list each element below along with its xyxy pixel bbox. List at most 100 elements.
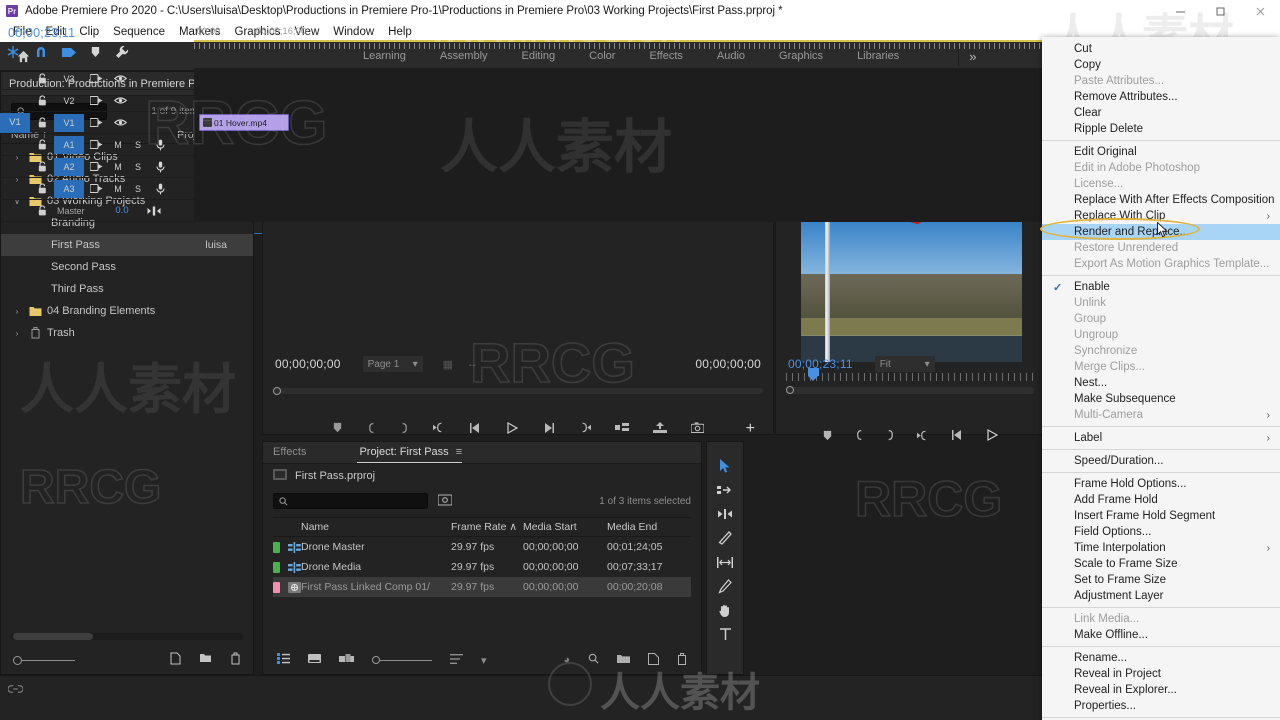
- check-icon: ✓: [1053, 281, 1063, 294]
- mic-icon[interactable]: [148, 183, 172, 195]
- meter-icon[interactable]: [142, 206, 166, 216]
- close-icon[interactable]: [1240, 0, 1280, 22]
- context-menu-item[interactable]: Replace With After Effects Composition: [1042, 192, 1280, 208]
- context-menu-item[interactable]: Field Options...: [1042, 524, 1280, 540]
- track-name-label[interactable]: V1: [54, 113, 84, 132]
- sync-lock-icon[interactable]: [84, 139, 108, 150]
- context-menu-item[interactable]: Adjustment Layer: [1042, 588, 1280, 604]
- snap-icon[interactable]: [34, 45, 48, 62]
- context-menu-item: Link Media...: [1042, 611, 1280, 627]
- track-name-label[interactable]: A1: [54, 135, 84, 154]
- track-lock-icon[interactable]: [30, 73, 54, 84]
- context-menu-item[interactable]: Reveal in Explorer...: [1042, 682, 1280, 698]
- context-menu-item[interactable]: Insert Frame Hold Segment: [1042, 508, 1280, 524]
- context-menu-item-label: Render and Replace...: [1074, 226, 1190, 238]
- sync-lock-icon[interactable]: [84, 183, 108, 194]
- track-target-toggle[interactable]: V1: [0, 112, 30, 133]
- context-menu-item[interactable]: Nest...: [1042, 375, 1280, 391]
- context-menu-item[interactable]: Scale to Frame Size: [1042, 556, 1280, 572]
- context-menu-item: Unlink: [1042, 295, 1280, 311]
- add-marker-icon[interactable]: [90, 46, 101, 61]
- context-menu-item[interactable]: Make Offline...: [1042, 627, 1280, 643]
- chevron-right-icon: ›: [1266, 409, 1270, 421]
- eye-icon[interactable]: [108, 96, 132, 105]
- context-menu-item[interactable]: Cut: [1042, 41, 1280, 57]
- context-menu-item-label: Label: [1074, 432, 1103, 444]
- context-menu-item[interactable]: Set to Frame Size: [1042, 572, 1280, 588]
- track-lock-icon[interactable]: [30, 205, 54, 216]
- context-menu-item[interactable]: Time Interpolation ›: [1042, 540, 1280, 556]
- solo-track-button[interactable]: S: [128, 162, 148, 172]
- context-menu-item: Export As Motion Graphics Template...: [1042, 256, 1280, 272]
- maximize-icon[interactable]: [1200, 0, 1240, 22]
- track-lock-icon[interactable]: [30, 95, 54, 106]
- context-menu-item: Synchronize: [1042, 343, 1280, 359]
- premiere-pro-icon: Pr: [6, 5, 18, 17]
- track-target-toggle[interactable]: [0, 179, 30, 199]
- track-name-label[interactable]: A3: [54, 179, 84, 198]
- context-menu-item[interactable]: Add Frame Hold: [1042, 492, 1280, 508]
- context-menu-item-label: Ripple Delete: [1074, 123, 1144, 135]
- sync-lock-icon[interactable]: [84, 95, 108, 106]
- master-level-value[interactable]: 0.0: [102, 205, 142, 216]
- context-menu-separator: [1042, 449, 1280, 450]
- context-menu-item-label: Synchronize: [1074, 345, 1138, 357]
- context-menu-item-label: Edit in Adobe Photoshop: [1074, 162, 1200, 174]
- track-lock-icon[interactable]: [30, 161, 54, 172]
- minimize-icon[interactable]: [1160, 0, 1200, 22]
- bottom-status-strip: [0, 675, 1045, 720]
- context-menu-item[interactable]: Label ›: [1042, 430, 1280, 446]
- context-menu-item: Ungroup: [1042, 327, 1280, 343]
- track-name-label[interactable]: V3: [54, 70, 84, 88]
- context-menu-item[interactable]: Remove Attributes...: [1042, 89, 1280, 105]
- mic-icon[interactable]: [148, 161, 172, 173]
- context-menu-item: Restore Unrendered: [1042, 240, 1280, 256]
- context-menu-item[interactable]: Copy: [1042, 57, 1280, 73]
- track-target-toggle[interactable]: [0, 201, 30, 221]
- timeline-tool-row: [6, 45, 129, 62]
- track-target-toggle[interactable]: [0, 91, 30, 111]
- mute-track-button[interactable]: M: [108, 184, 128, 194]
- track-lock-icon[interactable]: [30, 139, 54, 150]
- context-menu-item[interactable]: Ripple Delete: [1042, 121, 1280, 137]
- context-menu-separator: [1042, 426, 1280, 427]
- track-name-label[interactable]: V2: [54, 92, 84, 110]
- solo-track-button[interactable]: S: [128, 184, 148, 194]
- track-lock-icon[interactable]: [30, 183, 54, 194]
- window-controls: [1160, 0, 1280, 22]
- watermark-brand: RRCG: [469, 330, 635, 395]
- mute-track-button[interactable]: M: [108, 162, 128, 172]
- title-bar: Pr Adobe Premiere Pro 2020 - C:\Users\lu…: [0, 0, 1280, 22]
- context-menu-item[interactable]: Speed/Duration...: [1042, 453, 1280, 469]
- context-menu-item[interactable]: Properties...: [1042, 698, 1280, 714]
- menu-clip[interactable]: Clip: [72, 24, 106, 40]
- eye-icon[interactable]: [108, 74, 132, 83]
- sync-lock-icon[interactable]: [84, 161, 108, 172]
- timeline-settings-icon[interactable]: [115, 45, 129, 62]
- mute-track-button[interactable]: M: [108, 140, 128, 150]
- track-lock-icon[interactable]: [30, 117, 54, 128]
- sync-lock-icon[interactable]: [84, 117, 108, 128]
- eye-icon[interactable]: [108, 118, 132, 127]
- sync-lock-icon[interactable]: [84, 73, 108, 84]
- context-menu-separator: [1042, 472, 1280, 473]
- watermark-brand: RRCG: [19, 460, 162, 515]
- context-menu-item-label: Clear: [1074, 107, 1102, 119]
- context-menu-item[interactable]: Rename...: [1042, 650, 1280, 666]
- context-menu-item[interactable]: Reveal in Project: [1042, 666, 1280, 682]
- context-menu-item[interactable]: Make Subsequence: [1042, 391, 1280, 407]
- context-menu-item-label: Export As Motion Graphics Template...: [1074, 258, 1270, 270]
- context-menu-item[interactable]: ✓ Enable: [1042, 279, 1280, 295]
- timeline-timecode[interactable]: 00;00;23;11: [8, 26, 75, 40]
- context-menu-item[interactable]: Frame Hold Options...: [1042, 476, 1280, 492]
- track-target-toggle[interactable]: [0, 135, 30, 155]
- context-menu-item-label: Enable: [1074, 281, 1110, 293]
- linked-selection-icon[interactable]: [62, 46, 76, 62]
- track-target-toggle[interactable]: [0, 157, 30, 177]
- menu-sequence[interactable]: Sequence: [106, 24, 172, 40]
- track-name-label[interactable]: A2: [54, 157, 84, 176]
- insert-overwrite-icon[interactable]: [6, 45, 20, 62]
- track-target-toggle[interactable]: [0, 69, 30, 89]
- context-menu-item[interactable]: Clear: [1042, 105, 1280, 121]
- context-menu-item[interactable]: Edit Original: [1042, 144, 1280, 160]
